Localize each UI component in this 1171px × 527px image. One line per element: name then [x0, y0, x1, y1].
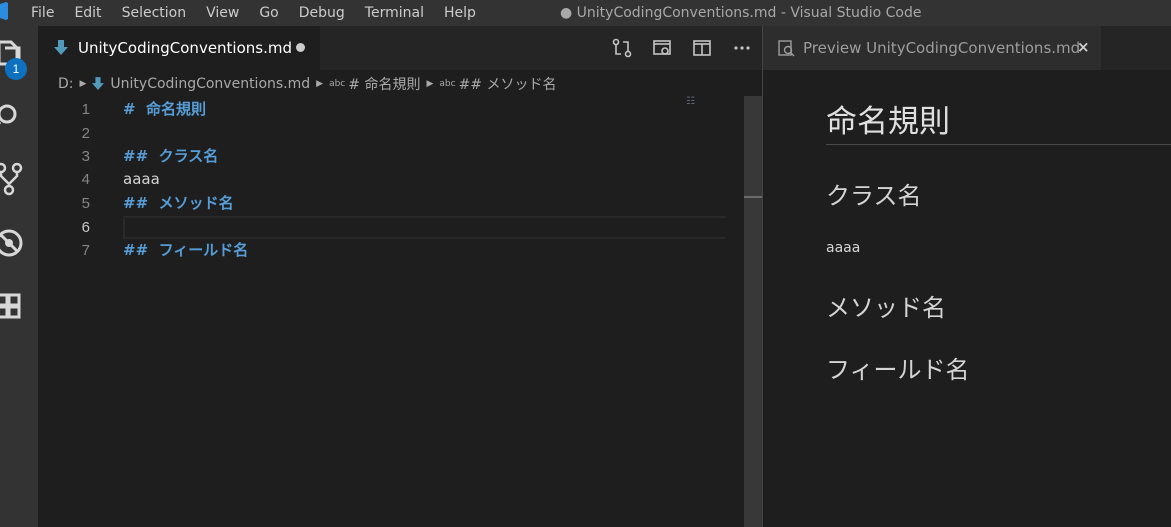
line-number: 6 [81, 219, 90, 236]
line-text: aaaa [123, 170, 160, 188]
preview-heading-method: メソッド名 [826, 294, 946, 322]
line-text: ## フィールド名 [123, 241, 249, 259]
menu-debug[interactable]: Debug [289, 0, 355, 26]
line-number: 1 [81, 101, 90, 118]
markdown-file-icon [54, 40, 68, 55]
menu-go[interactable]: Go [249, 0, 288, 26]
unsaved-dot-icon[interactable] [296, 43, 305, 52]
breadcrumb-section-1[interactable]: # 命名規則 [348, 74, 420, 94]
editor-actions [602, 26, 762, 70]
preview-paragraph: aaaa [826, 240, 861, 256]
cursor-position-marker [744, 196, 762, 198]
menu-bar: File Edit Selection View Go Debug Termin… [21, 0, 486, 26]
line-text: ## クラス名 [123, 147, 219, 165]
line-number: 5 [81, 195, 90, 212]
code-line-current: 6 [38, 216, 726, 239]
activity-bar: 1 [0, 26, 38, 527]
chevron-right-icon: ▶ [79, 79, 87, 89]
close-icon[interactable]: × [1077, 38, 1090, 56]
code-line: 4 aaaa [38, 168, 724, 191]
preview-heading-class: クラス名 [826, 182, 922, 210]
code-line: 1 # 命名規則 [38, 98, 724, 121]
line-text: ## メソッド名 [123, 194, 234, 212]
window-title: ● UnityCodingConventions.md - Visual Stu… [560, 5, 922, 21]
search-icon[interactable] [0, 100, 26, 134]
preview-tab-bar: Preview UnityCodingConventions.md × [763, 26, 1171, 70]
breadcrumb-section-2[interactable]: ## メソッド名 [459, 74, 557, 94]
line-number: 3 [81, 148, 90, 165]
heading-divider [826, 144, 1171, 145]
source-control-icon[interactable] [0, 162, 26, 196]
breadcrumb: D: ▶ UnityCodingConventions.md ▶ abc # 命… [58, 74, 556, 94]
menu-file[interactable]: File [21, 0, 64, 26]
code-editor[interactable]: 1 # 命名規則 2 3 ## クラス名 4 aaaa 5 ## メソッド名 6… [38, 96, 762, 527]
breadcrumb-file[interactable]: UnityCodingConventions.md [110, 76, 310, 92]
overview-ruler-marker-icon: ☷ [686, 96, 695, 107]
text-cursor [123, 219, 125, 237]
vertical-scrollbar[interactable] [744, 96, 762, 527]
line-number: 2 [81, 125, 90, 142]
more-actions-icon[interactable] [722, 26, 762, 70]
line-number: 7 [81, 242, 90, 259]
editor-group: UnityCodingConventions.md D: ▶ UnityCodi… [38, 26, 762, 527]
breadcrumb-drive[interactable]: D: [58, 76, 74, 92]
tab-unity-coding-conventions[interactable]: UnityCodingConventions.md [38, 26, 320, 70]
string-symbol-icon: abc [439, 79, 456, 89]
chevron-right-icon: ▶ [316, 79, 324, 89]
preview-heading-1: 命名規則 [826, 104, 950, 140]
menu-selection[interactable]: Selection [112, 0, 197, 26]
code-line: 3 ## クラス名 [38, 145, 724, 168]
split-editor-icon[interactable] [682, 26, 722, 70]
preview-group: Preview UnityCodingConventions.md × 命名規則… [763, 26, 1171, 527]
current-line-highlight [123, 216, 726, 239]
menu-view[interactable]: View [196, 0, 249, 26]
markdown-file-icon [92, 77, 105, 90]
tab-preview[interactable]: Preview UnityCodingConventions.md [763, 26, 1101, 70]
tab-label: UnityCodingConventions.md [78, 39, 292, 57]
line-text: # 命名規則 [123, 100, 207, 118]
chevron-right-icon: ▶ [426, 79, 434, 89]
line-number: 4 [81, 171, 90, 188]
preview-heading-field: フィールド名 [826, 356, 970, 384]
open-changes-icon[interactable] [602, 26, 642, 70]
string-symbol-icon: abc [329, 79, 346, 89]
preview-tab-label: Preview UnityCodingConventions.md [803, 39, 1081, 57]
debug-icon[interactable] [0, 226, 26, 260]
open-preview-to-side-icon[interactable] [642, 26, 682, 70]
code-line: 7 ## フィールド名 [38, 239, 724, 262]
code-line: 5 ## メソッド名 [38, 192, 724, 215]
menu-edit[interactable]: Edit [64, 0, 111, 26]
menu-terminal[interactable]: Terminal [355, 0, 434, 26]
preview-icon [778, 40, 795, 57]
title-bar: File Edit Selection View Go Debug Termin… [0, 0, 1171, 26]
scrollbar-thumb[interactable] [744, 96, 762, 527]
vscode-logo-icon [0, 2, 8, 20]
menu-help[interactable]: Help [434, 0, 486, 26]
explorer-badge: 1 [5, 58, 27, 80]
editor-tab-bar: UnityCodingConventions.md [38, 26, 762, 70]
extensions-icon[interactable] [0, 290, 26, 324]
code-line: 2 [38, 122, 724, 145]
